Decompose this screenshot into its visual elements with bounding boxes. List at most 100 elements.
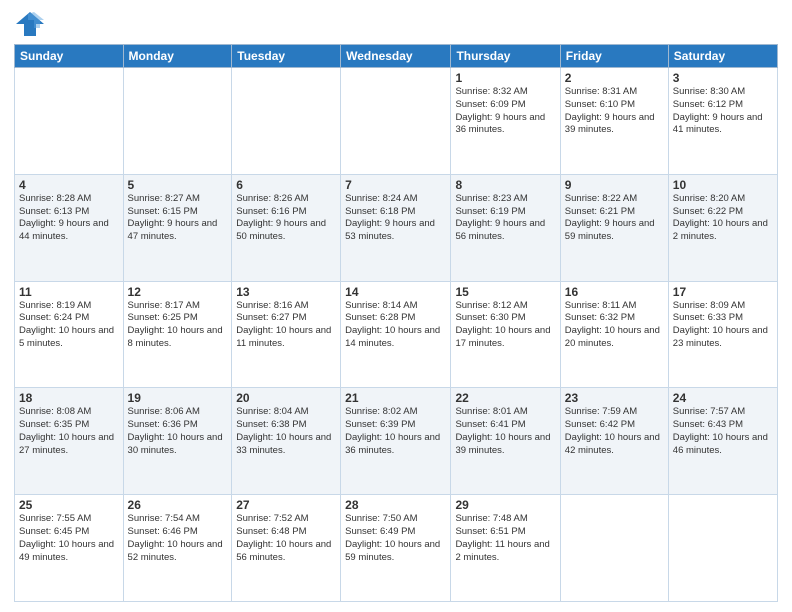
calendar-cell [341,68,451,175]
day-number: 1 [455,71,555,85]
day-info: Sunrise: 7:48 AM Sunset: 6:51 PM Dayligh… [455,513,555,564]
calendar-cell: 6Sunrise: 8:26 AM Sunset: 6:16 PM Daylig… [232,174,341,281]
day-number: 12 [128,285,228,299]
day-number: 28 [345,498,446,512]
day-number: 17 [673,285,773,299]
day-number: 25 [19,498,119,512]
day-number: 11 [19,285,119,299]
calendar-cell: 7Sunrise: 8:24 AM Sunset: 6:18 PM Daylig… [341,174,451,281]
calendar-cell: 22Sunrise: 8:01 AM Sunset: 6:41 PM Dayli… [451,388,560,495]
calendar-cell: 5Sunrise: 8:27 AM Sunset: 6:15 PM Daylig… [123,174,232,281]
day-info: Sunrise: 7:54 AM Sunset: 6:46 PM Dayligh… [128,513,228,564]
day-header-wednesday: Wednesday [341,45,451,68]
logo-icon [14,10,46,38]
calendar-cell [123,68,232,175]
calendar-cell [668,495,777,602]
day-info: Sunrise: 8:06 AM Sunset: 6:36 PM Dayligh… [128,406,228,457]
calendar-cell: 25Sunrise: 7:55 AM Sunset: 6:45 PM Dayli… [15,495,124,602]
calendar: SundayMondayTuesdayWednesdayThursdayFrid… [14,44,778,602]
day-info: Sunrise: 8:26 AM Sunset: 6:16 PM Dayligh… [236,193,336,244]
day-info: Sunrise: 8:32 AM Sunset: 6:09 PM Dayligh… [455,86,555,137]
day-number: 22 [455,391,555,405]
calendar-cell: 10Sunrise: 8:20 AM Sunset: 6:22 PM Dayli… [668,174,777,281]
day-info: Sunrise: 7:52 AM Sunset: 6:48 PM Dayligh… [236,513,336,564]
calendar-cell: 27Sunrise: 7:52 AM Sunset: 6:48 PM Dayli… [232,495,341,602]
day-info: Sunrise: 8:30 AM Sunset: 6:12 PM Dayligh… [673,86,773,137]
day-number: 9 [565,178,664,192]
day-info: Sunrise: 8:01 AM Sunset: 6:41 PM Dayligh… [455,406,555,457]
day-info: Sunrise: 8:02 AM Sunset: 6:39 PM Dayligh… [345,406,446,457]
calendar-cell: 12Sunrise: 8:17 AM Sunset: 6:25 PM Dayli… [123,281,232,388]
calendar-cell: 11Sunrise: 8:19 AM Sunset: 6:24 PM Dayli… [15,281,124,388]
calendar-cell: 9Sunrise: 8:22 AM Sunset: 6:21 PM Daylig… [560,174,668,281]
calendar-cell [232,68,341,175]
calendar-cell: 28Sunrise: 7:50 AM Sunset: 6:49 PM Dayli… [341,495,451,602]
day-info: Sunrise: 8:22 AM Sunset: 6:21 PM Dayligh… [565,193,664,244]
day-number: 16 [565,285,664,299]
day-number: 10 [673,178,773,192]
day-info: Sunrise: 8:24 AM Sunset: 6:18 PM Dayligh… [345,193,446,244]
day-number: 20 [236,391,336,405]
week-row-1: 1Sunrise: 8:32 AM Sunset: 6:09 PM Daylig… [15,68,778,175]
day-info: Sunrise: 7:59 AM Sunset: 6:42 PM Dayligh… [565,406,664,457]
day-info: Sunrise: 8:08 AM Sunset: 6:35 PM Dayligh… [19,406,119,457]
day-header-tuesday: Tuesday [232,45,341,68]
day-info: Sunrise: 8:27 AM Sunset: 6:15 PM Dayligh… [128,193,228,244]
day-header-thursday: Thursday [451,45,560,68]
day-number: 6 [236,178,336,192]
day-info: Sunrise: 8:28 AM Sunset: 6:13 PM Dayligh… [19,193,119,244]
calendar-cell: 8Sunrise: 8:23 AM Sunset: 6:19 PM Daylig… [451,174,560,281]
day-number: 15 [455,285,555,299]
day-info: Sunrise: 8:09 AM Sunset: 6:33 PM Dayligh… [673,300,773,351]
calendar-cell: 13Sunrise: 8:16 AM Sunset: 6:27 PM Dayli… [232,281,341,388]
day-number: 24 [673,391,773,405]
day-number: 13 [236,285,336,299]
day-info: Sunrise: 8:17 AM Sunset: 6:25 PM Dayligh… [128,300,228,351]
week-row-5: 25Sunrise: 7:55 AM Sunset: 6:45 PM Dayli… [15,495,778,602]
day-info: Sunrise: 7:55 AM Sunset: 6:45 PM Dayligh… [19,513,119,564]
page: SundayMondayTuesdayWednesdayThursdayFrid… [0,0,792,612]
day-header-friday: Friday [560,45,668,68]
calendar-cell: 17Sunrise: 8:09 AM Sunset: 6:33 PM Dayli… [668,281,777,388]
day-info: Sunrise: 8:31 AM Sunset: 6:10 PM Dayligh… [565,86,664,137]
calendar-cell: 23Sunrise: 7:59 AM Sunset: 6:42 PM Dayli… [560,388,668,495]
day-number: 5 [128,178,228,192]
day-info: Sunrise: 8:12 AM Sunset: 6:30 PM Dayligh… [455,300,555,351]
day-info: Sunrise: 8:04 AM Sunset: 6:38 PM Dayligh… [236,406,336,457]
day-header-monday: Monday [123,45,232,68]
day-number: 8 [455,178,555,192]
day-number: 18 [19,391,119,405]
calendar-cell: 15Sunrise: 8:12 AM Sunset: 6:30 PM Dayli… [451,281,560,388]
day-number: 2 [565,71,664,85]
week-row-3: 11Sunrise: 8:19 AM Sunset: 6:24 PM Dayli… [15,281,778,388]
calendar-cell: 29Sunrise: 7:48 AM Sunset: 6:51 PM Dayli… [451,495,560,602]
day-header-sunday: Sunday [15,45,124,68]
calendar-cell: 18Sunrise: 8:08 AM Sunset: 6:35 PM Dayli… [15,388,124,495]
week-row-4: 18Sunrise: 8:08 AM Sunset: 6:35 PM Dayli… [15,388,778,495]
week-row-2: 4Sunrise: 8:28 AM Sunset: 6:13 PM Daylig… [15,174,778,281]
calendar-cell: 19Sunrise: 8:06 AM Sunset: 6:36 PM Dayli… [123,388,232,495]
day-number: 19 [128,391,228,405]
day-number: 4 [19,178,119,192]
day-info: Sunrise: 8:14 AM Sunset: 6:28 PM Dayligh… [345,300,446,351]
day-number: 23 [565,391,664,405]
day-number: 3 [673,71,773,85]
day-number: 7 [345,178,446,192]
calendar-cell: 24Sunrise: 7:57 AM Sunset: 6:43 PM Dayli… [668,388,777,495]
day-info: Sunrise: 8:19 AM Sunset: 6:24 PM Dayligh… [19,300,119,351]
header [14,10,778,38]
day-number: 29 [455,498,555,512]
day-number: 21 [345,391,446,405]
calendar-cell: 16Sunrise: 8:11 AM Sunset: 6:32 PM Dayli… [560,281,668,388]
calendar-cell [15,68,124,175]
day-header-saturday: Saturday [668,45,777,68]
calendar-cell: 2Sunrise: 8:31 AM Sunset: 6:10 PM Daylig… [560,68,668,175]
header-row: SundayMondayTuesdayWednesdayThursdayFrid… [15,45,778,68]
day-info: Sunrise: 8:20 AM Sunset: 6:22 PM Dayligh… [673,193,773,244]
day-info: Sunrise: 7:57 AM Sunset: 6:43 PM Dayligh… [673,406,773,457]
day-number: 14 [345,285,446,299]
calendar-cell: 20Sunrise: 8:04 AM Sunset: 6:38 PM Dayli… [232,388,341,495]
day-number: 27 [236,498,336,512]
day-info: Sunrise: 8:11 AM Sunset: 6:32 PM Dayligh… [565,300,664,351]
calendar-cell: 1Sunrise: 8:32 AM Sunset: 6:09 PM Daylig… [451,68,560,175]
